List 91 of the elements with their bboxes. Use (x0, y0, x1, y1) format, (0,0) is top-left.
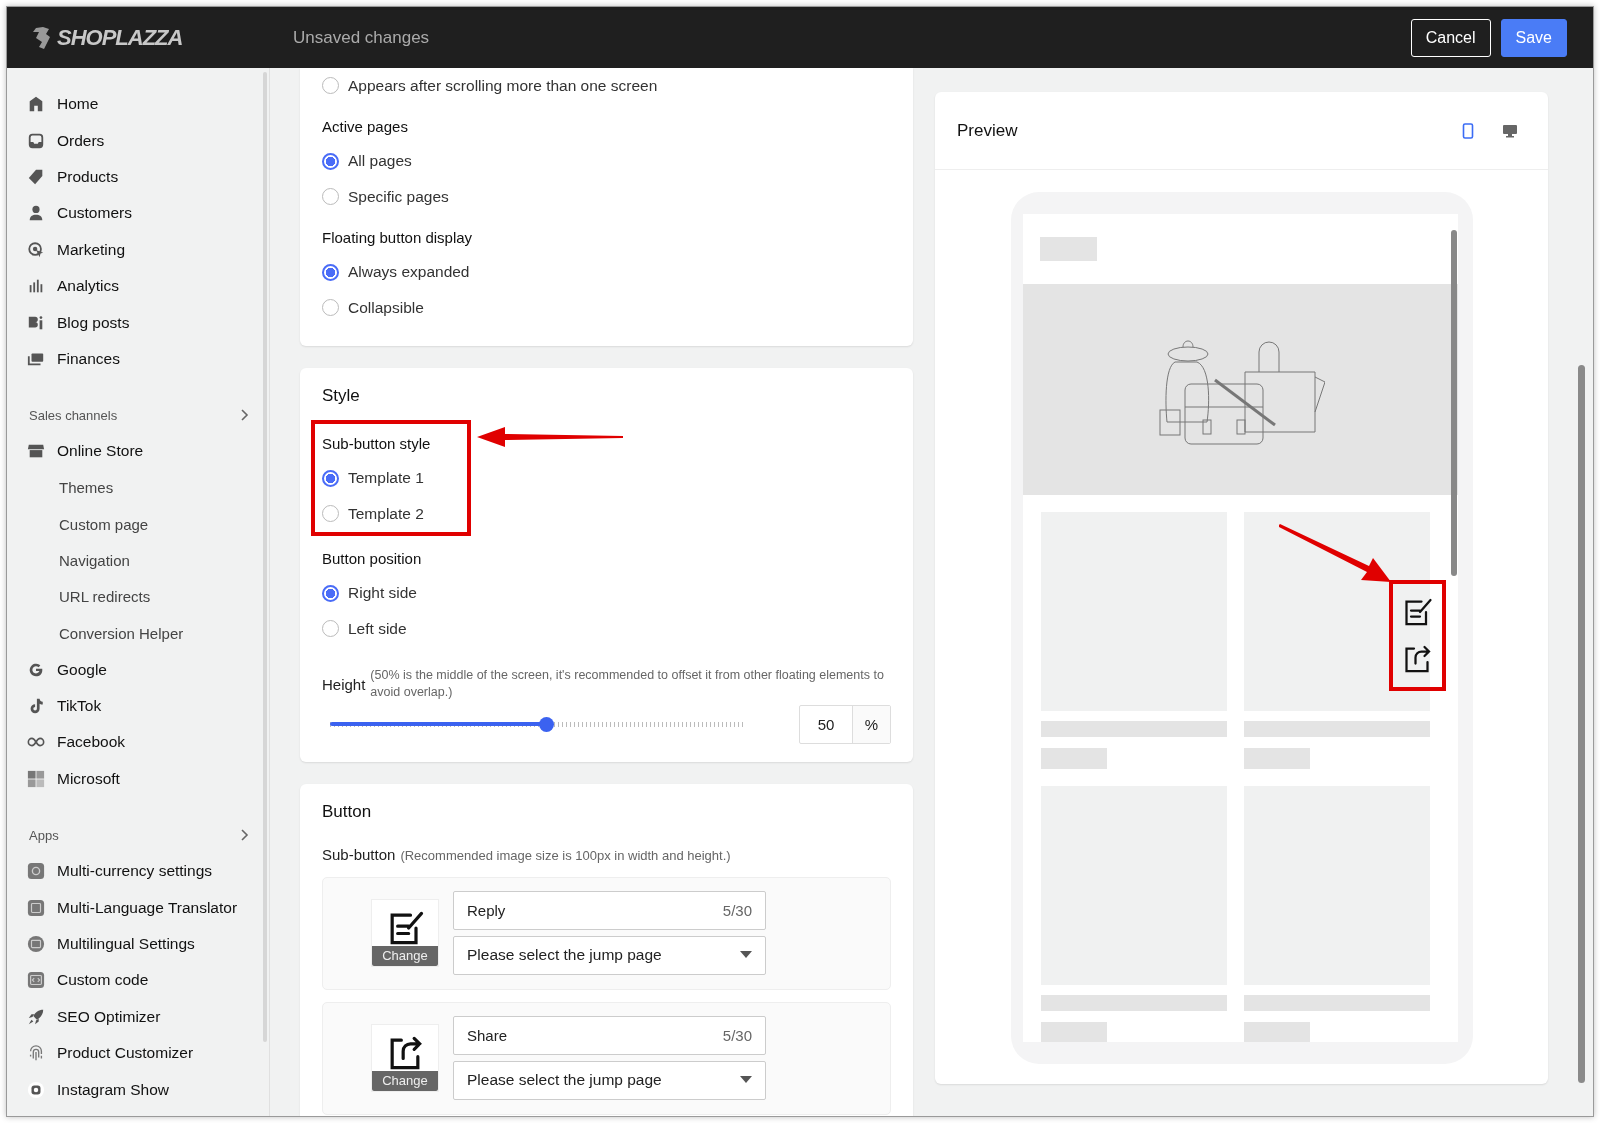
save-button[interactable]: Save (1500, 18, 1567, 57)
page-title: Unsaved changes (293, 27, 430, 48)
jump-page-select[interactable]: Please select the jump page (453, 935, 766, 975)
radio-button[interactable] (322, 469, 339, 487)
radio-label[interactable]: Specific pages (348, 187, 449, 206)
image-upload[interactable]: Change (371, 1023, 439, 1092)
card-title: Button (322, 801, 373, 822)
radio-label[interactable]: Template 1 (348, 469, 424, 488)
translate-icon (27, 935, 45, 953)
nav-link[interactable]: Instagram Show (57, 1080, 169, 1099)
nav-link[interactable]: TikTok (57, 697, 102, 716)
group-title: Floating button display (322, 228, 474, 248)
grid-icon (27, 769, 45, 788)
card-title: Style (322, 385, 361, 406)
radio-label[interactable]: Appears after scrolling more than one screen (348, 76, 658, 95)
number-field[interactable]: 50 % (799, 704, 891, 744)
group-title: Active pages (322, 117, 409, 137)
nav-link[interactable]: Custom code (57, 971, 149, 990)
nav-link[interactable]: Multi-Language Translator (57, 898, 238, 917)
group-title: Sub-button style (322, 434, 432, 454)
name-field[interactable]: Share 5/30 (453, 1015, 766, 1055)
nav-link[interactable]: Marketing (57, 240, 126, 259)
rocket-icon (27, 1007, 45, 1026)
character-count: 5/30 (722, 1026, 752, 1044)
radio-button[interactable] (322, 584, 339, 602)
jump-page-select[interactable]: Please select the jump page (453, 1060, 766, 1100)
nav-link[interactable]: Home (57, 95, 99, 114)
radio-button[interactable] (322, 263, 339, 281)
coin-icon (27, 862, 45, 881)
target-icon (27, 240, 45, 259)
nav-link[interactable]: Navigation (59, 552, 130, 569)
field-label: Height (322, 675, 366, 693)
nav-link[interactable]: Multi-currency settings (57, 862, 213, 881)
section-heading: Sales channels (29, 407, 118, 423)
home-icon (27, 95, 45, 114)
nav-link[interactable]: Microsoft (57, 769, 120, 788)
name-field[interactable]: Reply 5/30 (453, 890, 766, 930)
nav-link[interactable]: Facebook (57, 733, 126, 752)
radio-label[interactable]: Right side (348, 584, 417, 603)
radio-label[interactable]: All pages (348, 152, 412, 171)
chevron-icon[interactable] (239, 408, 249, 423)
change-label[interactable]: Change (372, 1070, 438, 1091)
caret-icon (740, 951, 752, 959)
change-label[interactable]: Change (372, 945, 438, 966)
hint-text: (50% is the middle of the screen, it's recommended to offset it from other floating elements to avoid overlap.) (370, 666, 885, 701)
nav-link[interactable]: Products (57, 167, 119, 186)
nav-link[interactable]: Orders (57, 131, 105, 150)
brand-logo: SHOPLAZZA (57, 24, 183, 51)
nav-link[interactable]: Themes (59, 479, 114, 497)
tag-icon (27, 167, 45, 186)
nav-link[interactable]: Customers (57, 204, 132, 223)
nav-link[interactable]: URL redirects (59, 588, 151, 606)
person-icon (27, 204, 45, 223)
document-icon (27, 313, 45, 332)
field-label: Sub-button (322, 845, 396, 863)
scrollbar-thumb[interactable] (1450, 230, 1457, 576)
nav-link[interactable]: Google (57, 660, 107, 679)
radio-button[interactable] (322, 152, 339, 170)
character-count: 5/30 (722, 901, 752, 919)
card-title: Preview (957, 120, 1018, 141)
slider-thumb[interactable] (538, 716, 554, 732)
caret-icon (740, 1076, 752, 1084)
nav-link[interactable]: Finances (57, 349, 120, 368)
camera-icon (27, 1080, 45, 1099)
radio-label[interactable]: Always expanded (348, 263, 470, 282)
scrollbar-thumb[interactable] (1578, 365, 1585, 1083)
cancel-button[interactable]: Cancel (1410, 18, 1491, 57)
mobile-icon[interactable] (1460, 122, 1476, 139)
tray-icon (27, 131, 45, 150)
nav-link[interactable]: Multilingual Settings (57, 935, 195, 953)
radio-label[interactable]: Template 2 (348, 504, 424, 523)
fingerprint-icon (27, 1044, 45, 1063)
nav-link[interactable]: SEO Optimizer (57, 1007, 161, 1026)
chevron-icon[interactable] (239, 828, 249, 843)
nav-link[interactable]: Online Store (57, 442, 144, 461)
radio-label[interactable]: Collapsible (348, 298, 424, 317)
desktop-icon[interactable] (1502, 122, 1518, 139)
code-icon (27, 971, 45, 990)
translate-icon (27, 898, 45, 917)
section-heading: Apps (29, 827, 59, 843)
radio-label[interactable]: Left side (348, 619, 407, 638)
nav-link[interactable]: Custom page (59, 515, 149, 533)
nav-link[interactable]: Blog posts (57, 313, 130, 332)
group-title: Button position (322, 549, 423, 569)
nav-link[interactable]: Analytics (57, 277, 120, 296)
nav-link[interactable]: Conversion Helper (59, 624, 184, 642)
skeleton-block (1039, 237, 1097, 261)
hint-text: (Recommended image size is 100px in width and height.) (400, 847, 731, 863)
nav-link[interactable]: Product Customizer (57, 1044, 194, 1063)
unit-label: % (852, 705, 890, 743)
image-upload[interactable]: Change (371, 898, 439, 967)
